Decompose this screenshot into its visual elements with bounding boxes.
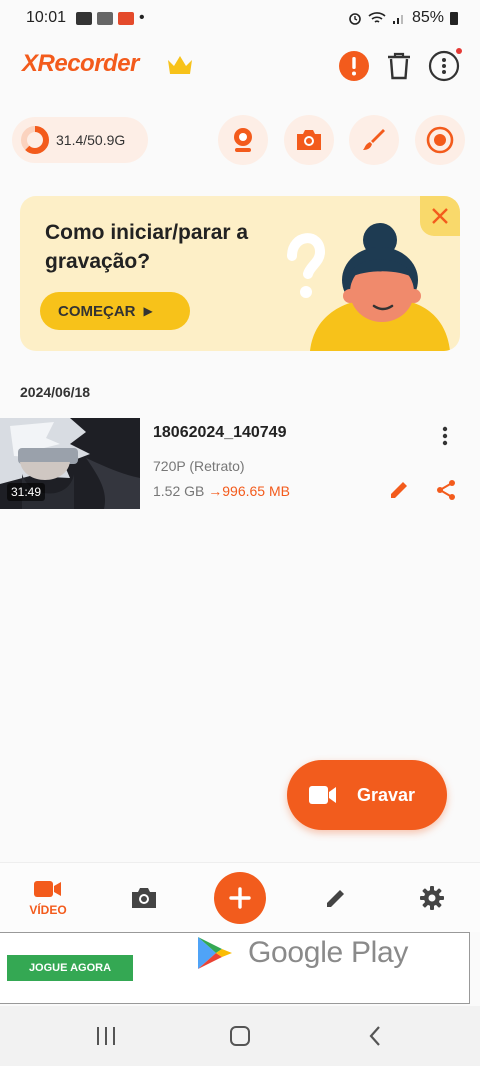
video-thumbnail[interactable]: 31:49 (0, 418, 140, 509)
nav-add-button[interactable] (214, 872, 266, 924)
recording-resolution: 720P (Retrato) (153, 458, 245, 474)
app-notification-icon (118, 11, 135, 25)
google-play-logo: Google Play (196, 933, 408, 973)
record-button-label: Gravar (357, 784, 416, 805)
share-recording-button[interactable] (434, 478, 458, 502)
notification-dot (456, 48, 462, 54)
pencil-icon (391, 482, 407, 498)
google-play-text: Google Play (248, 936, 409, 969)
recording-size: 1.52 GB →996.65 MB (153, 483, 290, 499)
banner-close-button[interactable] (420, 196, 460, 236)
play-arrow-icon: ▶ (143, 304, 153, 318)
camera-icon (132, 888, 156, 908)
video-icon (34, 881, 61, 897)
share-icon (437, 480, 455, 500)
recording-item[interactable]: 31:49 18062024_140749 720P (Retrato) 1.5… (0, 418, 480, 510)
record-icon (426, 126, 454, 154)
tutorial-banner[interactable]: Como iniciar/parar a gravação? COMEÇAR ▶ (20, 196, 460, 351)
plus-icon (229, 887, 251, 909)
alarm-icon (349, 13, 361, 25)
recording-date: 2024/06/18 (20, 384, 91, 400)
alert-button[interactable] (336, 48, 372, 84)
video-notification-icon (76, 11, 93, 25)
start-button[interactable]: COMEÇAR ▶ (40, 292, 190, 330)
system-nav-bar (0, 1006, 480, 1066)
more-button[interactable] (426, 48, 462, 84)
crown-icon[interactable] (166, 54, 194, 76)
record-button[interactable]: Gravar (287, 760, 447, 830)
back-icon (369, 1026, 380, 1046)
bottom-nav: VÍDEO (0, 862, 480, 932)
nav-video-label: VÍDEO (29, 903, 67, 917)
status-time: 10:01 (26, 9, 67, 26)
brush-button[interactable] (349, 115, 399, 165)
storage-indicator[interactable]: 31.4/50.9G (12, 117, 148, 163)
start-button-label: COMEÇAR (58, 302, 136, 320)
webcam-icon (234, 128, 252, 152)
ad-banner[interactable]: JOGUE AGORA Google Play (0, 932, 470, 1004)
nav-screenshots[interactable] (124, 863, 164, 933)
more-icon (428, 50, 460, 82)
alert-icon (339, 51, 369, 81)
record-shortcut-button[interactable] (415, 115, 465, 165)
nav-video[interactable]: VÍDEO (22, 863, 74, 933)
battery-icon (450, 11, 458, 25)
app-header: XRecorder (0, 42, 480, 92)
trash-icon (388, 52, 410, 80)
home-button[interactable] (226, 1022, 254, 1050)
settings-icon (420, 886, 444, 910)
video-duration: 31:49 (7, 483, 46, 501)
more-vert-icon (442, 426, 448, 446)
edit-recording-button[interactable] (387, 478, 411, 502)
ad-play-button[interactable]: JOGUE AGORA (7, 955, 133, 981)
home-icon (230, 1026, 250, 1046)
banner-title: Como iniciar/parar a gravação? (45, 221, 249, 273)
back-button[interactable] (361, 1022, 389, 1050)
signal-icon (392, 15, 403, 24)
close-icon (432, 208, 448, 224)
status-right: 85% (348, 9, 458, 27)
google-play-icon (198, 937, 232, 969)
wifi-icon (368, 12, 386, 23)
edit-icon (327, 890, 344, 907)
nav-editor[interactable] (316, 863, 356, 933)
video-camera-icon (309, 786, 336, 804)
recording-name: 18062024_140749 (153, 424, 287, 441)
webcam-button[interactable] (218, 115, 268, 165)
nav-settings[interactable] (412, 863, 452, 933)
item-more-button[interactable] (436, 424, 454, 448)
status-dot: • (139, 9, 145, 26)
size-original: 1.52 GB (153, 483, 205, 499)
brush-icon (363, 129, 385, 150)
size-arrow-icon: → (208, 483, 223, 499)
screenshot-button[interactable] (284, 115, 334, 165)
battery-text: 85% (411, 9, 444, 26)
camera-icon (297, 130, 321, 150)
trash-button[interactable] (381, 48, 417, 84)
app-logo: XRecorder (22, 50, 139, 77)
storage-ring-icon (21, 126, 49, 154)
recents-button[interactable] (92, 1022, 120, 1050)
recents-icon (97, 1027, 115, 1045)
gallery-notification-icon (97, 11, 114, 25)
size-compressed: 996.65 MB (222, 483, 290, 499)
status-bar: 10:01 • 85% (0, 0, 480, 36)
storage-text: 31.4/50.9G (56, 132, 126, 148)
